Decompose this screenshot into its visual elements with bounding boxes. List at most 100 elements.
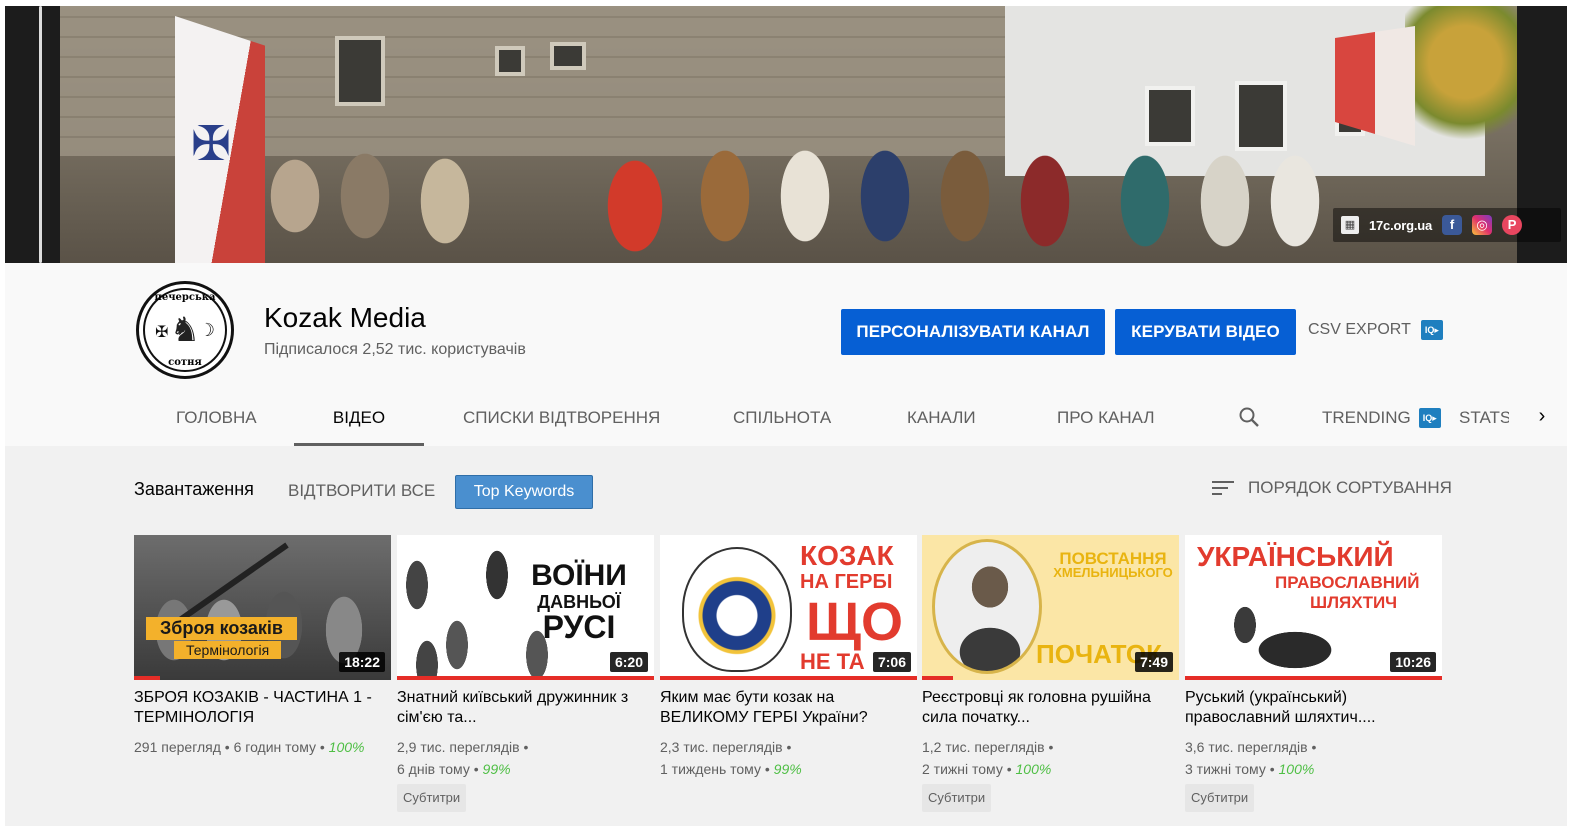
view-count: 2,9 тис. переглядів — [397, 739, 520, 755]
banner-window — [495, 46, 525, 76]
csv-export-label: CSV EXPORT — [1308, 321, 1411, 338]
thumbnail-text: ПРАВОСЛАВНИЙ — [1275, 573, 1420, 592]
manage-videos-button[interactable]: КЕРУВАТИ ВІДЕО — [1115, 309, 1296, 355]
customize-channel-button[interactable]: ПЕРСОНАЛІЗУВАТИ КАНАЛ — [841, 309, 1105, 355]
video-meta: 3,6 тис. переглядів • 3 тижні тому • 100… — [1185, 736, 1442, 812]
search-icon[interactable] — [1238, 406, 1260, 428]
video-title[interactable]: Знатний київський дружинник з сім'єю та.… — [397, 688, 654, 728]
vidiq-icon: IQ▸ — [1420, 320, 1443, 340]
view-count: 3,6 тис. переглядів — [1185, 739, 1308, 755]
banner-tree — [1405, 6, 1525, 146]
watch-progress — [922, 676, 953, 680]
thumbnail-text: Зброя козаків — [146, 617, 297, 640]
video-card[interactable]: Зброя козаків Термінологія 18:22 ЗБРОЯ К… — [134, 535, 391, 758]
tab-videos[interactable]: ВІДЕО — [294, 390, 424, 446]
subscriber-count: Підписалося 2,52 тис. користувачів — [264, 341, 526, 358]
upload-age: 3 тижні тому — [1185, 761, 1266, 777]
thumbnail-text: Термінологія — [174, 641, 282, 659]
thumbnail-text: УКРАЇНСЬКИЙ — [1197, 541, 1394, 572]
sort-label: ПОРЯДОК СОРТУВАННЯ — [1248, 478, 1452, 497]
view-count: 1,2 тис. переглядів — [922, 739, 1045, 755]
avatar-bottom-text: сотня — [168, 357, 202, 368]
play-all-button[interactable]: ВІДТВОРИТИ ВСЕ — [288, 481, 435, 501]
thumbnail-text: НА ГЕРБІ — [800, 571, 893, 593]
video-duration: 6:20 — [609, 652, 648, 672]
like-ratio: 100% — [1015, 761, 1052, 777]
watch-progress — [1185, 676, 1442, 680]
tab-stats[interactable]: STATS — [1459, 390, 1509, 446]
banner-frame-left — [5, 6, 60, 263]
video-thumbnail[interactable]: ПОВСТАННЯ ХМЕЛЬНИЦЬКОГО ПОЧАТОК 7:49 — [922, 535, 1179, 680]
like-ratio: 100% — [328, 739, 365, 755]
video-meta: 1,2 тис. переглядів • 2 тижні тому • 100… — [922, 736, 1179, 812]
thumbnail-text: ЩО — [806, 592, 904, 652]
subtitles-badge: Субтитри — [922, 784, 992, 812]
upload-age: 1 тиждень тому — [660, 761, 761, 777]
video-title[interactable]: ЗБРОЯ КОЗАКІВ - ЧАСТИНА 1 - ТЕРМІНОЛОГІЯ — [134, 688, 391, 728]
video-card[interactable]: ВОЇНИ ДАВНЬОЇ РУСІ 6:20 Знатний київськи… — [397, 535, 654, 812]
view-count: 2,3 тис. переглядів — [660, 739, 783, 755]
chevron-right-icon[interactable]: › — [1530, 404, 1554, 428]
video-duration: 7:49 — [1134, 652, 1173, 672]
facebook-icon[interactable]: f — [1442, 215, 1463, 235]
watch-progress — [134, 676, 160, 680]
sort-icon — [1212, 479, 1234, 497]
sort-by-button[interactable]: ПОРЯДОК СОРТУВАННЯ — [1212, 478, 1452, 498]
video-thumbnail[interactable]: ВОЇНИ ДАВНЬОЇ РУСІ 6:20 — [397, 535, 654, 680]
banner-links[interactable]: ▦ 17c.org.ua f ◎ P — [1333, 208, 1561, 242]
video-thumbnail[interactable]: УКРАЇНСЬКИЙ ПРАВОСЛАВНИЙ ШЛЯХТИЧ 10:26 — [1185, 535, 1442, 680]
avatar[interactable]: печерська ✠ ♞ ☽ сотня — [136, 281, 234, 379]
video-card[interactable]: УКРАЇНСЬКИЙ ПРАВОСЛАВНИЙ ШЛЯХТИЧ 10:26 Р… — [1185, 535, 1442, 812]
video-duration: 7:06 — [872, 652, 911, 672]
thumbnail-text: ХМЕЛЬНИЦЬКОГО — [1053, 565, 1173, 580]
tab-home[interactable]: ГОЛОВНА — [176, 390, 257, 446]
channel-banner: ✠ ▦ 17c.org.ua f ◎ P — [5, 6, 1567, 263]
video-title[interactable]: Яким має бути козак на ВЕЛИКОМУ ГЕРБІ Ук… — [660, 688, 917, 728]
website-icon[interactable]: ▦ — [1341, 216, 1359, 234]
cross-icon: ✠ — [155, 324, 169, 341]
upload-age: 6 годин тому — [233, 739, 316, 755]
video-card[interactable]: ПОВСТАННЯ ХМЕЛЬНИЦЬКОГО ПОЧАТОК 7:49 Реє… — [922, 535, 1179, 812]
channel-name: Kozak Media — [264, 302, 426, 333]
video-meta: 2,9 тис. переглядів • 6 днів тому • 99% … — [397, 736, 654, 812]
video-title[interactable]: Реєстровці як головна рушійна сила почат… — [922, 688, 1179, 728]
cross-icon: ✠ — [191, 118, 232, 171]
video-duration: 18:22 — [339, 652, 385, 672]
tab-trending-label: TRENDING — [1322, 408, 1411, 427]
top-keywords-button[interactable]: Top Keywords — [455, 475, 593, 509]
thumbnail-text-block: ВОЇНИ ДАВНЬОЇ РУСІ — [509, 559, 649, 644]
view-count: 291 перегляд — [134, 739, 221, 755]
thumbnail-text: ВОЇНИ — [531, 559, 627, 592]
tab-trending[interactable]: TRENDING IQ▸ — [1322, 390, 1441, 446]
video-title[interactable]: Руський (український) православний шляхт… — [1185, 688, 1442, 728]
horse-rider-image — [1215, 605, 1365, 675]
thumbnail-text: НЕ ТА — [800, 649, 865, 674]
tab-community[interactable]: СПІЛЬНОТА — [733, 390, 831, 446]
banner-crowd — [265, 86, 1325, 263]
thumbnail-image — [932, 539, 1042, 674]
patreon-icon[interactable]: P — [1502, 215, 1523, 235]
like-ratio: 99% — [482, 761, 511, 777]
upload-age: 2 тижні тому — [922, 761, 1003, 777]
banner-window — [550, 42, 586, 70]
csv-export-button[interactable]: CSV EXPORT IQ▸ — [1308, 320, 1443, 340]
vidiq-icon: IQ▸ — [1418, 408, 1441, 428]
banner-site-link[interactable]: 17c.org.ua — [1369, 218, 1432, 233]
like-ratio: 100% — [1278, 761, 1315, 777]
video-card[interactable]: КОЗАК НА ГЕРБІ ЩО НЕ ТА 7:06 Яким має бу… — [660, 535, 917, 780]
tab-playlists[interactable]: СПИСКИ ВІДТВОРЕННЯ — [463, 390, 660, 446]
upload-age: 6 днів тому — [397, 761, 470, 777]
like-ratio: 99% — [773, 761, 802, 777]
tab-about[interactable]: ПРО КАНАЛ — [1057, 390, 1155, 446]
tab-channels[interactable]: КАНАЛИ — [907, 390, 976, 446]
instagram-icon[interactable]: ◎ — [1472, 215, 1493, 235]
subtitles-badge: Субтитри — [397, 784, 467, 812]
uploads-heading: Завантаження — [134, 479, 254, 499]
watch-progress — [397, 676, 654, 680]
video-meta: 291 перегляд • 6 годин тому • 100% — [134, 739, 365, 755]
moon-icon: ☽ — [198, 320, 215, 340]
video-thumbnail[interactable]: Зброя козаків Термінологія 18:22 — [134, 535, 391, 680]
video-thumbnail[interactable]: КОЗАК НА ГЕРБІ ЩО НЕ ТА 7:06 — [660, 535, 917, 680]
avatar-top-text: печерська — [154, 292, 216, 303]
thumbnail-text: КОЗАК — [800, 540, 894, 571]
